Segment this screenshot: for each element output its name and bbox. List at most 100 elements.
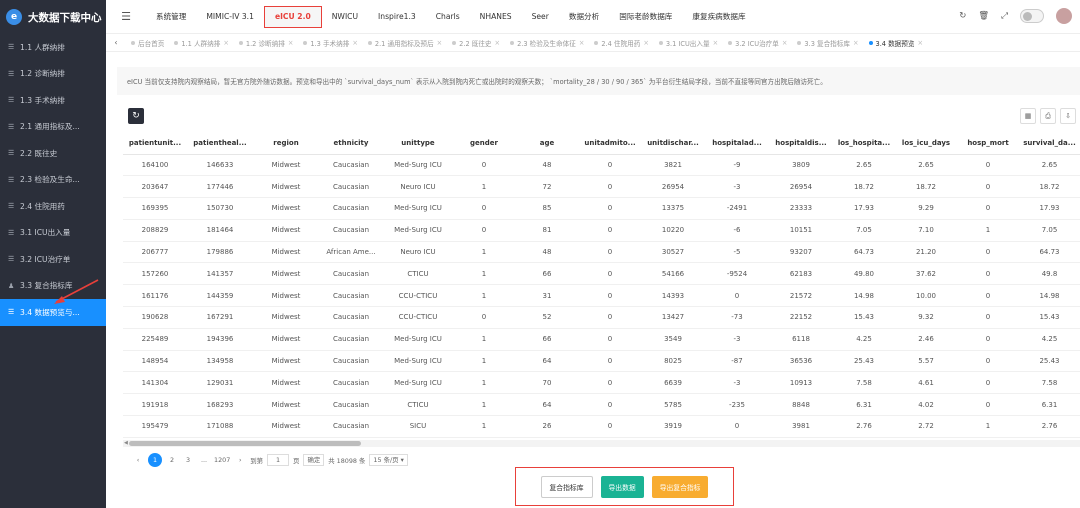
table-row[interactable]: 161176 144359 Midwest Caucasian CCU-CTICU 1 31… bbox=[123, 284, 1080, 308]
top-nav-item[interactable]: 康复疾病数据库 bbox=[682, 6, 755, 28]
close-icon[interactable]: × bbox=[352, 39, 358, 47]
tab[interactable]: 2.4 住院用药 × bbox=[589, 38, 654, 48]
column-header[interactable]: survival_da... bbox=[1019, 132, 1080, 155]
tab[interactable]: 后台首页 bbox=[126, 38, 169, 48]
horizontal-scrollbar[interactable]: ◀ bbox=[123, 440, 1080, 447]
sidebar-item[interactable]: ☰ 2.1 通用指标及... bbox=[0, 114, 106, 141]
sidebar-item[interactable]: ☰ 2.2 既往史 bbox=[0, 140, 106, 167]
refresh-icon[interactable]: ↻ bbox=[959, 11, 966, 21]
column-header[interactable]: hospitalad... bbox=[705, 132, 769, 155]
top-nav-item[interactable]: Seer bbox=[522, 6, 559, 28]
page-number[interactable]: 3 bbox=[182, 454, 194, 467]
page-number[interactable]: ... bbox=[198, 454, 210, 467]
tab[interactable]: 3.1 ICU出入量 × bbox=[654, 38, 723, 48]
table-cell: 4.25 bbox=[833, 328, 895, 351]
page-size-select[interactable]: 15 条/页 ▾ bbox=[369, 454, 408, 466]
close-icon[interactable]: × bbox=[643, 39, 649, 47]
tab[interactable]: 1.2 诊断纳排 × bbox=[234, 38, 299, 48]
column-header[interactable]: hospitaldis... bbox=[769, 132, 833, 155]
top-nav-item[interactable]: MIMIC-IV 3.1 bbox=[196, 6, 264, 28]
page-number[interactable]: 2 bbox=[166, 454, 178, 467]
tab[interactable]: 1.1 人群纳排 × bbox=[169, 38, 234, 48]
top-nav-item[interactable]: 系统管理 bbox=[146, 6, 196, 28]
close-icon[interactable]: × bbox=[495, 39, 501, 47]
tab-label: 后台首页 bbox=[138, 39, 165, 48]
top-nav-item[interactable]: NHANES bbox=[470, 6, 522, 28]
top-nav-item[interactable]: Inspire1.3 bbox=[368, 6, 426, 28]
export-composite-button[interactable]: 导出复合指标 bbox=[651, 475, 709, 498]
table-row[interactable]: 206777 179886 Midwest African Ame... Neuro I… bbox=[123, 241, 1080, 264]
tab[interactable]: 1.3 手术纳排 × bbox=[298, 38, 363, 48]
table-row[interactable]: 208829 181464 Midwest Caucasian Med-Surg ICU… bbox=[123, 219, 1080, 242]
export-icon[interactable]: ⇩ bbox=[1060, 108, 1076, 124]
tab-scroll-left-icon[interactable]: ‹ bbox=[106, 38, 126, 47]
scrollbar-thumb[interactable] bbox=[129, 441, 361, 446]
column-header[interactable]: patientheal... bbox=[187, 132, 253, 155]
column-header[interactable]: los_icu_days bbox=[895, 132, 957, 155]
goto-confirm-button[interactable]: 确定 bbox=[303, 454, 325, 466]
refresh-table-button[interactable]: ↻ bbox=[128, 108, 144, 124]
next-page-icon[interactable]: › bbox=[234, 454, 246, 467]
close-icon[interactable]: × bbox=[288, 39, 294, 47]
page-number[interactable]: 1 bbox=[148, 453, 162, 467]
scroll-left-icon[interactable]: ◀ bbox=[124, 440, 128, 446]
theme-toggle[interactable] bbox=[1020, 9, 1044, 23]
close-icon[interactable]: × bbox=[782, 39, 788, 47]
avatar[interactable] bbox=[1056, 8, 1072, 24]
export-data-button[interactable]: 导出数据 bbox=[600, 475, 644, 498]
table-row[interactable]: 157260 141357 Midwest Caucasian CTICU 1 66 0 541… bbox=[123, 262, 1080, 286]
tab[interactable]: 2.2 既往史 × bbox=[447, 38, 505, 48]
sidebar-item[interactable]: ☰ 1.3 手术纳排 bbox=[0, 87, 106, 114]
top-nav-item[interactable]: 数据分析 bbox=[559, 6, 609, 28]
top-nav-item[interactable]: NWICU bbox=[322, 6, 368, 28]
table-row[interactable]: 190628 167291 Midwest Caucasian CCU-CTICU 0 52… bbox=[123, 306, 1080, 329]
top-nav-item[interactable]: Charls bbox=[426, 6, 470, 28]
tab[interactable]: 2.3 检验及生命体征 × bbox=[505, 38, 589, 48]
column-header[interactable]: unittype bbox=[383, 132, 453, 155]
sidebar-item[interactable]: ☰ 1.2 诊断纳排 bbox=[0, 61, 106, 88]
grid-icon[interactable]: ▦ bbox=[1020, 108, 1036, 124]
sidebar-item[interactable]: ☰ 3.1 ICU出入量 bbox=[0, 220, 106, 247]
column-header[interactable]: age bbox=[515, 132, 579, 155]
tab[interactable]: 3.3 复合指标库 × bbox=[792, 38, 863, 48]
prev-page-icon[interactable]: ‹ bbox=[132, 454, 144, 467]
sidebar-item[interactable]: ☰ 2.3 检验及生命... bbox=[0, 167, 106, 194]
table-row[interactable]: 164100 146633 Midwest Caucasian Med-Surg ICU… bbox=[123, 154, 1080, 177]
table-row[interactable]: 169395 150730 Midwest Caucasian Med-Surg ICU… bbox=[123, 197, 1080, 220]
page-number[interactable]: 1207 bbox=[214, 454, 230, 467]
column-header[interactable]: region bbox=[253, 132, 319, 155]
close-icon[interactable]: × bbox=[437, 39, 443, 47]
table-row[interactable]: 203647 177446 Midwest Caucasian Neuro ICU 1 72… bbox=[123, 175, 1080, 199]
print-icon[interactable]: ⎙ bbox=[1040, 108, 1056, 124]
close-icon[interactable]: × bbox=[853, 39, 859, 47]
tab[interactable]: 3.4 数据预览 × bbox=[864, 38, 929, 48]
sidebar-item[interactable]: ☰ 2.4 住院用药 bbox=[0, 193, 106, 220]
column-header[interactable]: los_hospita... bbox=[833, 132, 895, 155]
table-row[interactable]: 195479 171088 Midwest Caucasian SICU 1 26 0 3919… bbox=[123, 415, 1080, 438]
column-header[interactable]: unitadmito... bbox=[579, 132, 641, 155]
close-icon[interactable]: × bbox=[917, 39, 923, 47]
top-nav-item[interactable]: eICU 2.0 bbox=[263, 5, 322, 28]
trash-icon[interactable]: 🗑 bbox=[978, 11, 989, 21]
column-header[interactable]: patientunit... bbox=[123, 132, 187, 155]
table-row[interactable]: 191918 168293 Midwest Caucasian CTICU 1 64 0 578… bbox=[123, 393, 1080, 417]
close-icon[interactable]: × bbox=[579, 39, 585, 47]
sidebar-item[interactable]: ☰ 1.1 人群纳排 bbox=[0, 34, 106, 61]
column-header[interactable]: gender bbox=[453, 132, 515, 155]
column-header[interactable]: unitdischar... bbox=[641, 132, 705, 155]
fullscreen-icon[interactable]: ⤢ bbox=[1001, 11, 1008, 21]
column-header[interactable]: ethnicity bbox=[319, 132, 383, 155]
top-nav-item[interactable]: 国际老龄数据库 bbox=[609, 6, 682, 28]
table-row[interactable]: 141304 129031 Midwest Caucasian Med-Surg ICU… bbox=[123, 371, 1080, 395]
goto-page-input[interactable]: 1 bbox=[267, 454, 290, 466]
close-icon[interactable]: × bbox=[223, 39, 229, 47]
menu-toggle-icon[interactable]: ☰ bbox=[106, 10, 146, 23]
tab[interactable]: 2.1 通用指标及预后 × bbox=[363, 38, 447, 48]
composite-library-button[interactable]: 复合指标库 bbox=[540, 475, 593, 498]
close-icon[interactable]: × bbox=[713, 39, 719, 47]
tab[interactable]: 3.2 ICU治疗单 × bbox=[723, 38, 792, 48]
column-header[interactable]: hosp_mort bbox=[957, 132, 1019, 155]
table-row[interactable]: 225489 194396 Midwest Caucasian Med-Surg ICU… bbox=[123, 328, 1080, 351]
table-row[interactable]: 148954 134958 Midwest Caucasian Med-Surg ICU… bbox=[123, 350, 1080, 373]
sidebar-item[interactable]: ☰ 3.2 ICU治疗单 bbox=[0, 246, 106, 273]
